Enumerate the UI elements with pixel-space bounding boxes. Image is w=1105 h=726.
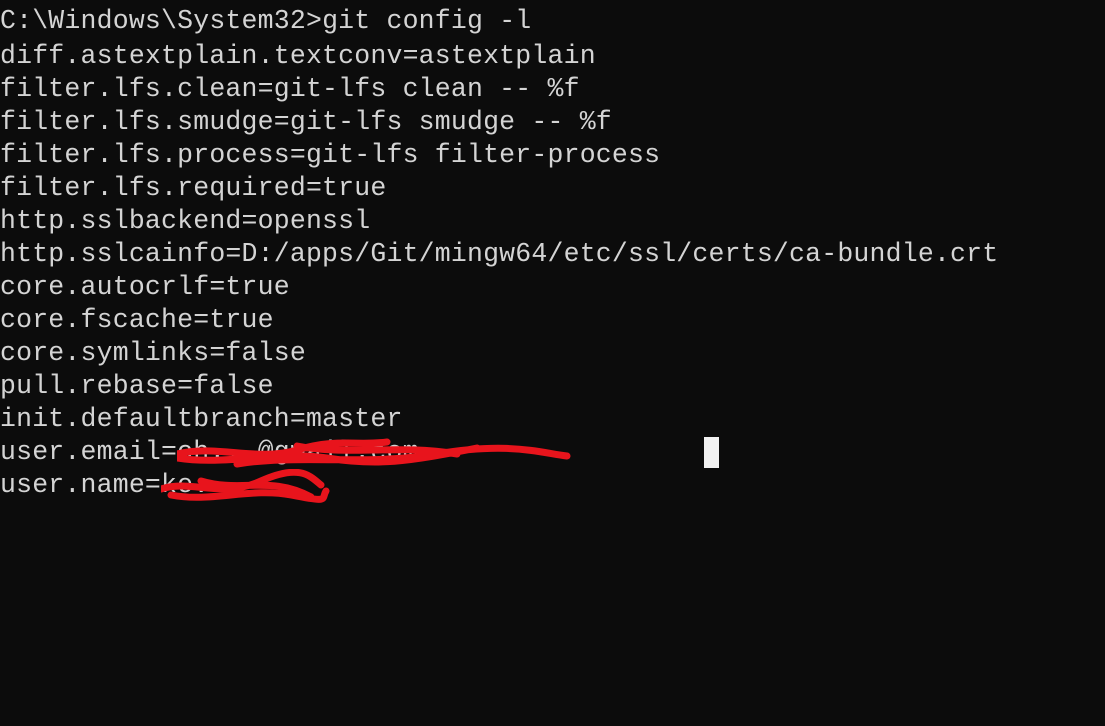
prompt-path: C:\Windows\System32> <box>0 6 323 36</box>
terminal-window[interactable]: C:\Windows\System32>git config -l diff.a… <box>0 0 1105 514</box>
output-line: filter.lfs.clean=git-lfs clean -- %f <box>0 74 580 104</box>
user-email-line: user.email=ch...@gmail.com <box>0 436 571 469</box>
command-line: C:\Windows\System32>git config -l <box>0 5 531 38</box>
output-line: filter.lfs.required=true <box>0 173 387 203</box>
redacted-email: ch...@gmail.com <box>177 436 571 469</box>
output-line: diff.astextplain.textconv=astextplain <box>0 41 596 71</box>
output-line: core.autocrlf=true <box>0 272 290 302</box>
user-email-key: user.email= <box>0 437 178 467</box>
block-cursor-icon <box>704 437 719 468</box>
output-line: core.fscache=true <box>0 305 274 335</box>
user-name-key: user.name= <box>0 470 162 500</box>
output-line: http.sslbackend=openssl <box>0 206 371 236</box>
output-line: pull.rebase=false <box>0 371 274 401</box>
output-line: http.sslcainfo=D:/apps/Git/mingw64/etc/s… <box>0 239 999 269</box>
user-name-value: ke... <box>161 470 242 500</box>
output-line: core.symlinks=false <box>0 338 306 368</box>
output-line: filter.lfs.smudge=git-lfs smudge -- %f <box>0 107 612 137</box>
redacted-name: ke... <box>161 469 330 503</box>
user-name-line: user.name=ke... <box>0 469 330 503</box>
command-text: git config -l <box>322 6 532 36</box>
user-email-value: ch...@gmail.com <box>177 437 419 467</box>
output-line: init.defaultbranch=master <box>0 404 403 434</box>
output-line: filter.lfs.process=git-lfs filter-proces… <box>0 140 661 170</box>
